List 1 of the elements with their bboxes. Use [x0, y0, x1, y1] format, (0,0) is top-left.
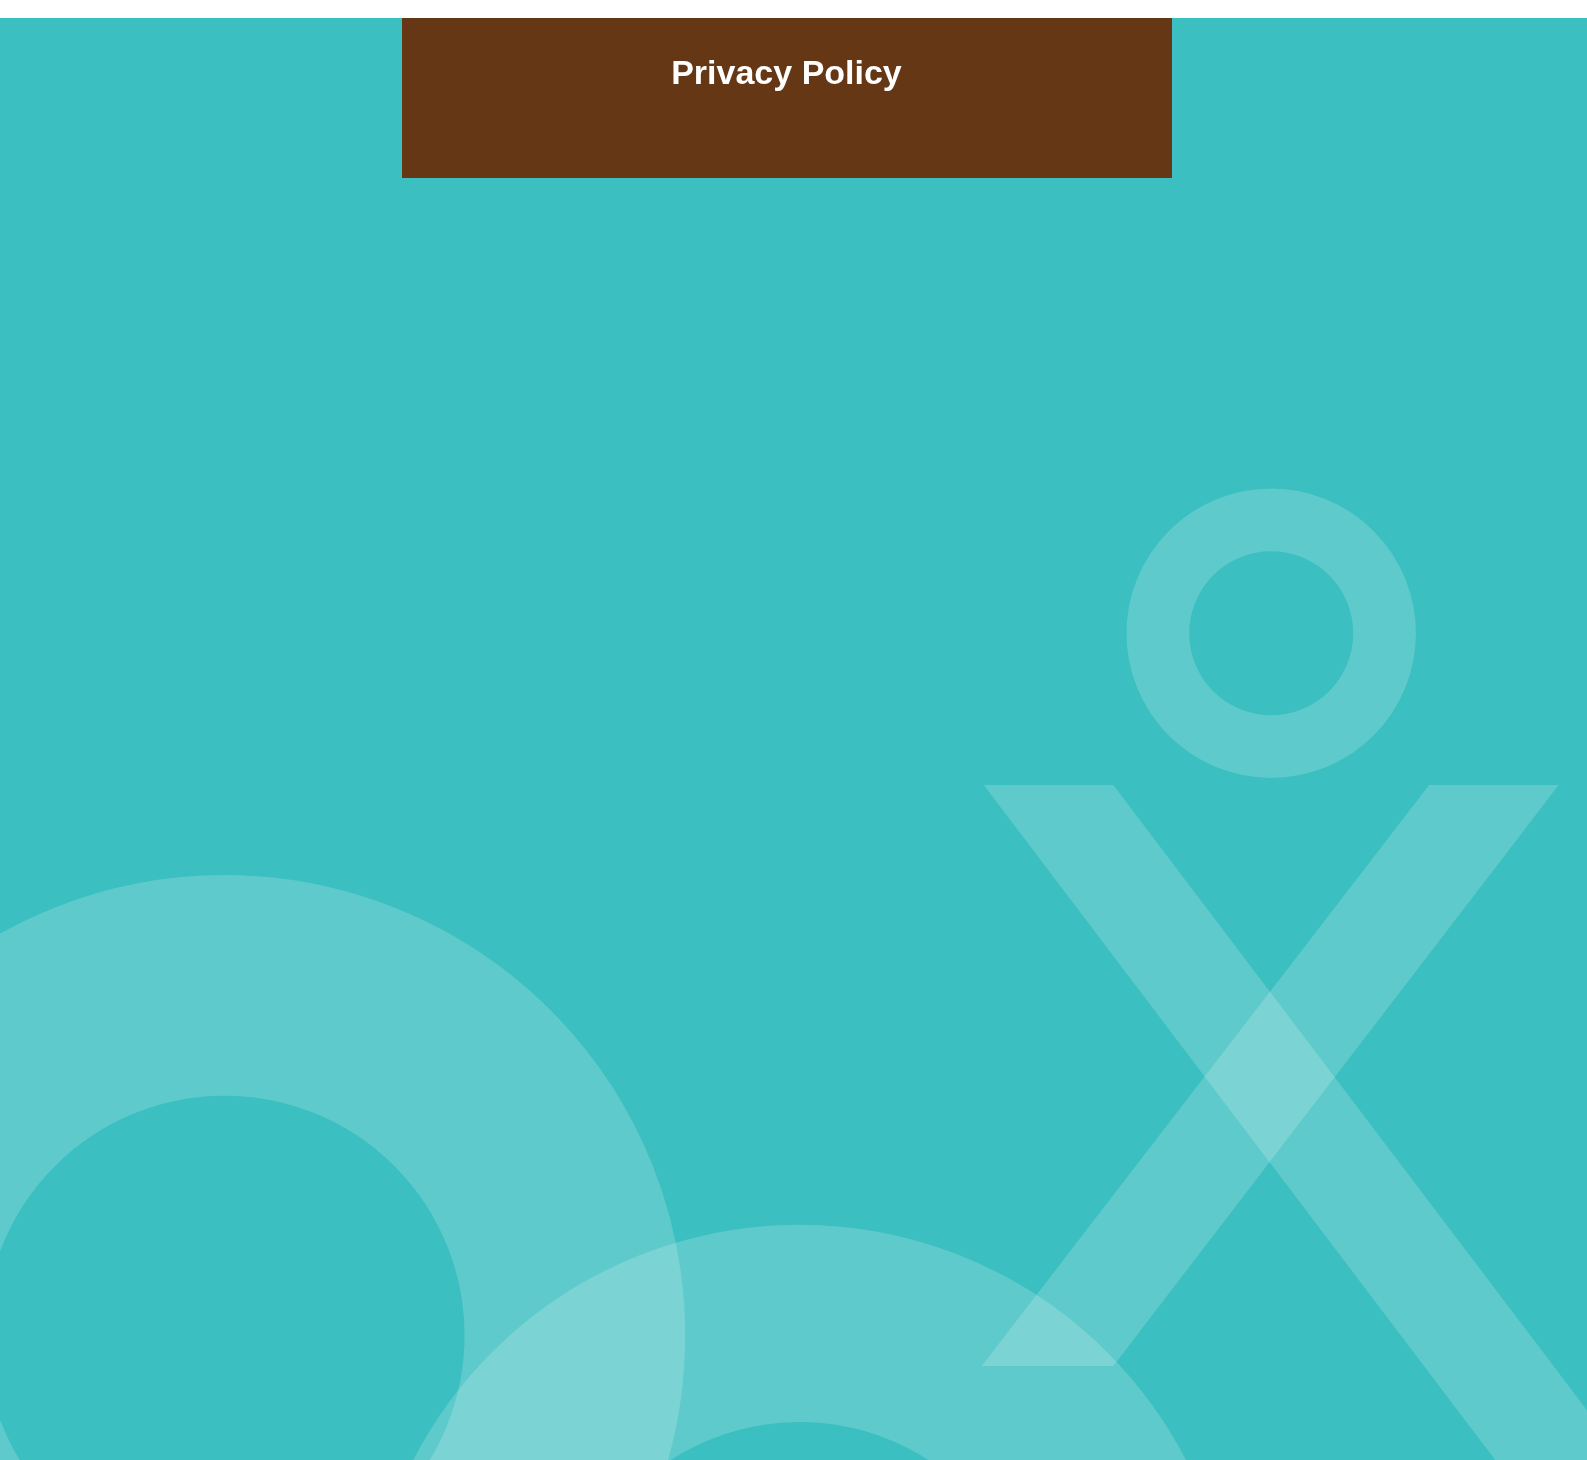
page-title: Privacy Policy	[671, 52, 902, 93]
